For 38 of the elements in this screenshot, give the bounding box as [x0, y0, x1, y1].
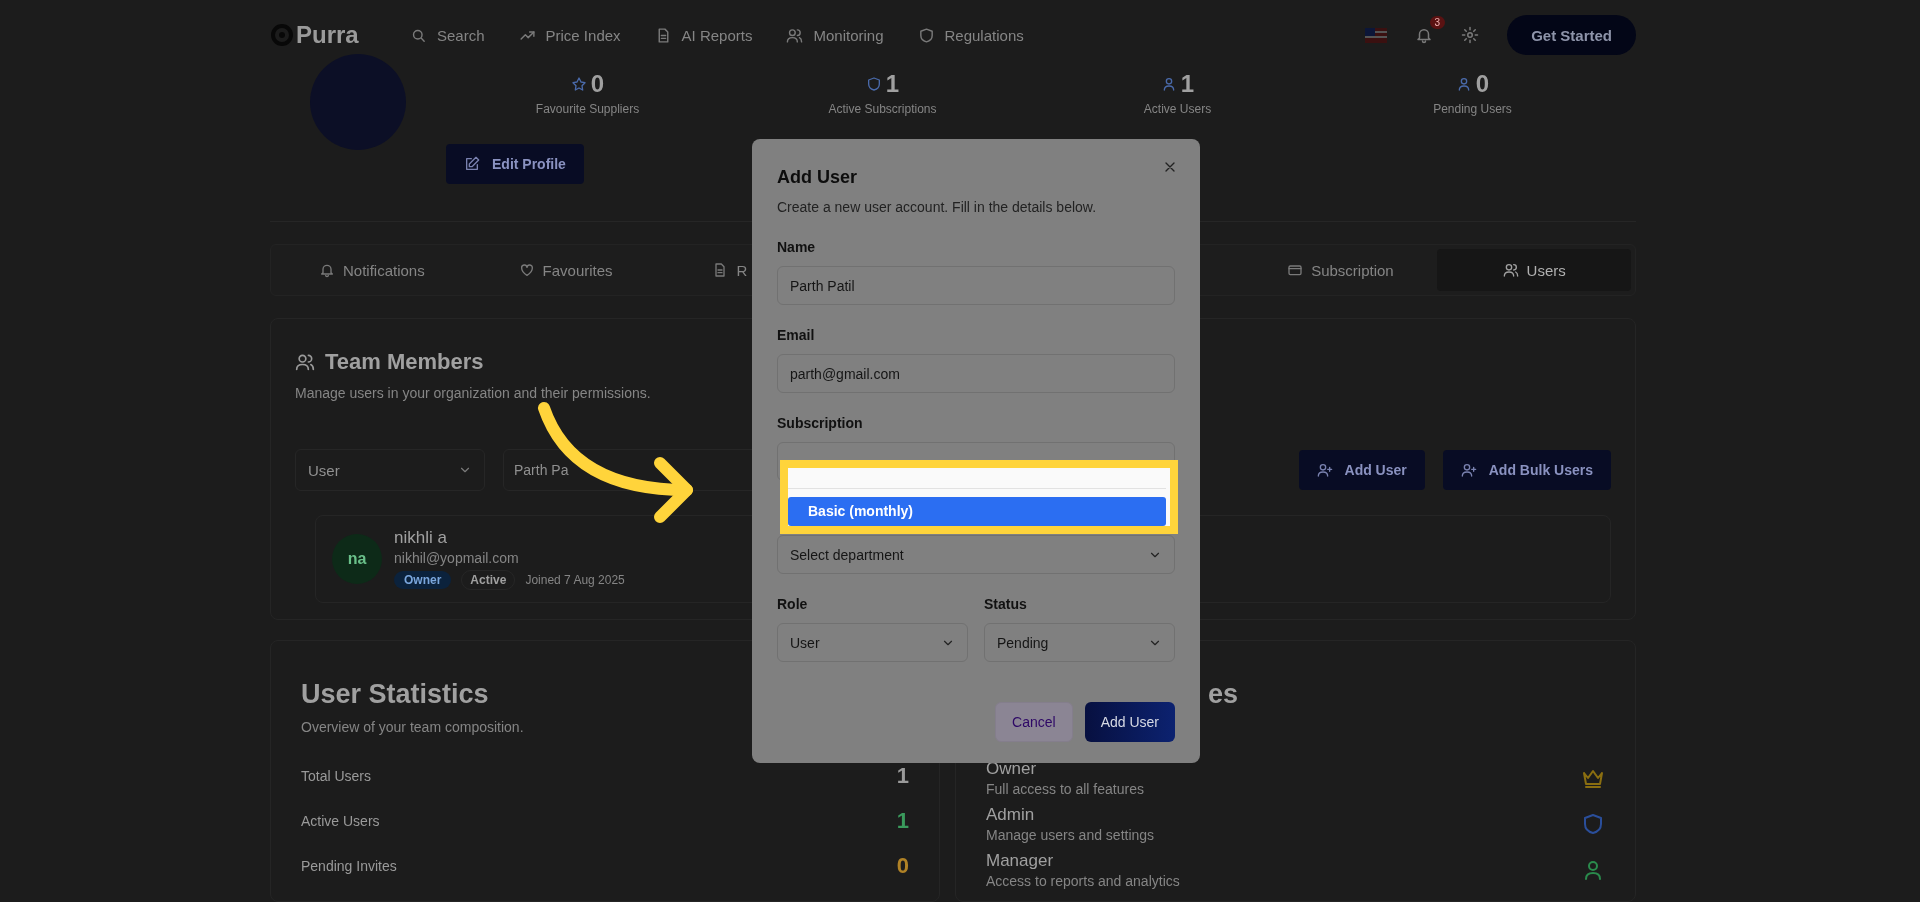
stat-label: Active Users: [1143, 102, 1212, 116]
notification-badge: 3: [1429, 16, 1446, 29]
card-title: es: [1208, 679, 1239, 709]
stat-label: Favourite Suppliers: [535, 102, 640, 116]
card-title: User Statistics: [301, 678, 490, 711]
member-avatar: na: [332, 534, 382, 584]
role-description: Full access to all features: [986, 781, 1144, 797]
member-name: nikhli a: [394, 528, 448, 548]
stat-label: Active Subscriptions: [828, 102, 937, 116]
stat-label: Pending Users: [1433, 102, 1512, 116]
field-label: Name: [777, 238, 817, 257]
joined-date: Joined 7 Aug 2025: [525, 573, 625, 587]
field-label: Role: [777, 595, 809, 614]
role-name: Owner: [986, 759, 1038, 779]
member-email: nikhil@yopmail.com: [394, 550, 520, 566]
section-title: Team Members: [325, 348, 484, 376]
stat-label: Total Users: [301, 768, 372, 784]
field-label: Status: [984, 595, 1028, 614]
role-description: Manage users and settings: [986, 827, 1155, 843]
field-label: Subscription: [777, 414, 864, 433]
card-subtitle: Overview of your team composition.: [301, 718, 525, 737]
field-label: Email: [777, 326, 816, 345]
role-description: Access to reports and analytics: [986, 873, 1180, 889]
role-badge: Owner: [394, 571, 452, 589]
stat-value: 0: [1475, 70, 1490, 98]
stat-label: Active Users: [301, 813, 380, 829]
dialog-subtitle: Create a new user account. Fill in the details below.: [777, 198, 1098, 217]
stat-value: 1: [1180, 70, 1195, 98]
role-name: Admin: [986, 805, 1036, 825]
stat-value: 1: [896, 763, 909, 789]
section-subtitle: Manage users in your organization and their permissions.: [295, 384, 652, 403]
stat-value: 1: [896, 808, 909, 834]
stat-value: 1: [885, 70, 900, 98]
role-name: Manager: [986, 851, 1055, 871]
stat-value: 0: [896, 853, 909, 879]
stat-label: Pending Invites: [301, 858, 397, 874]
stat-value: 0: [590, 70, 605, 98]
dialog-title: Add User: [777, 166, 857, 189]
